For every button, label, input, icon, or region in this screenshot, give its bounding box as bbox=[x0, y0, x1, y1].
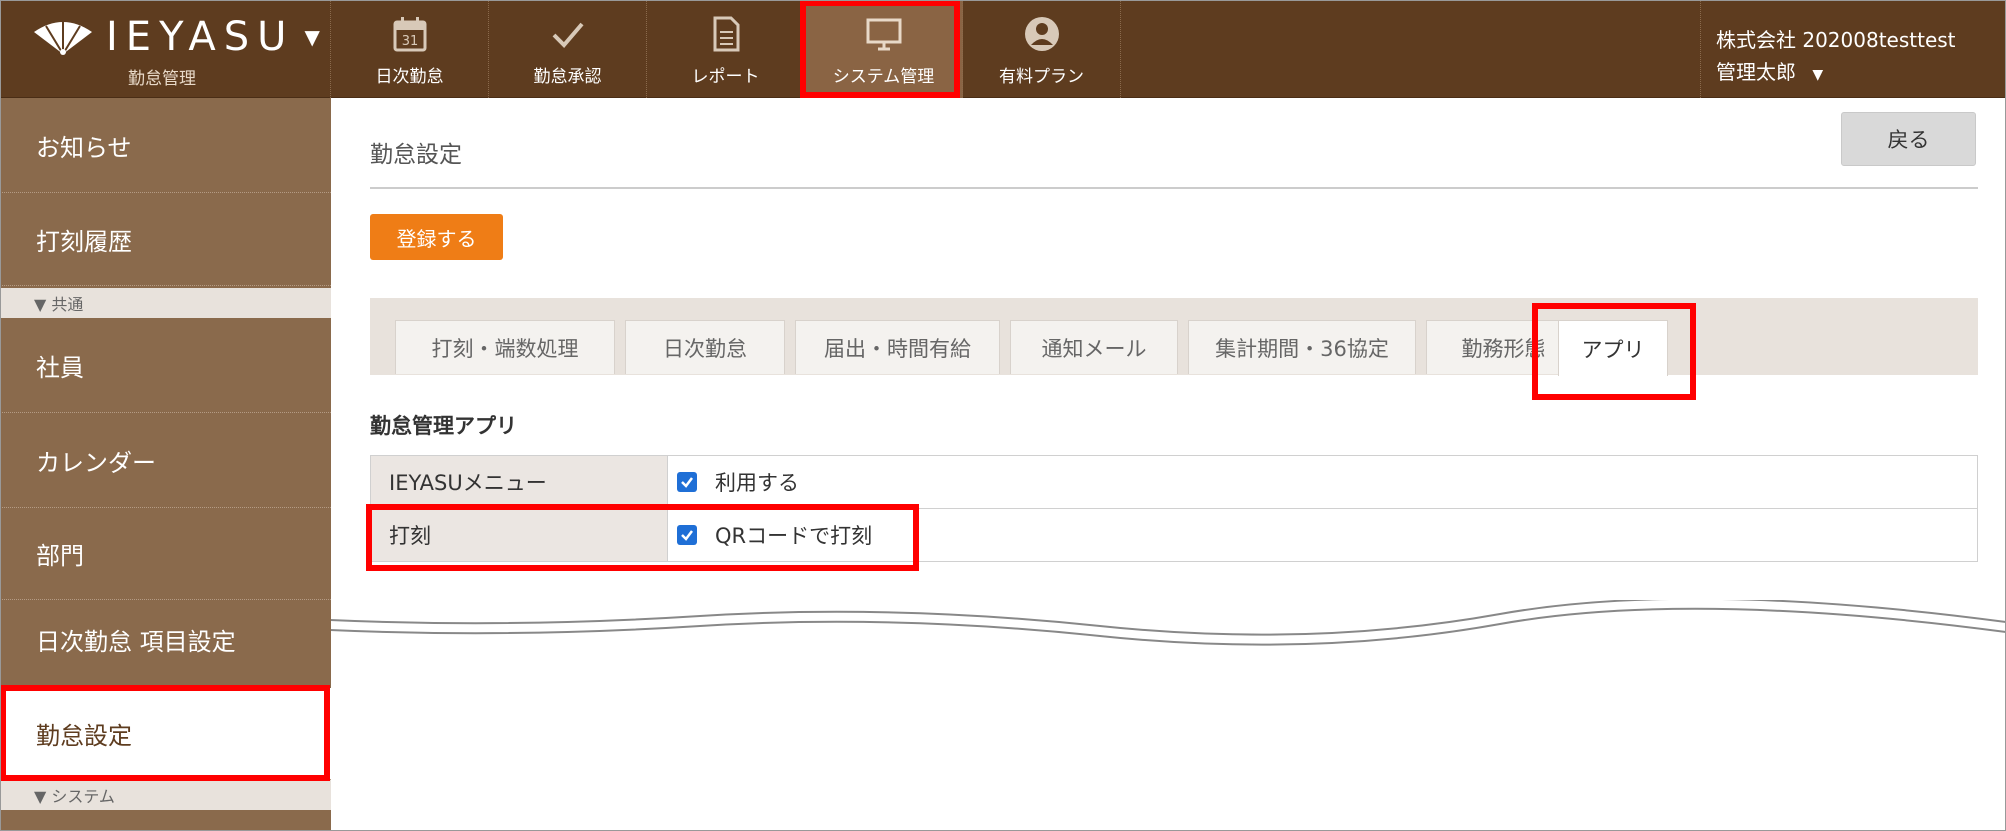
tab-period-36-agreement[interactable]: 集計期間・36協定 bbox=[1188, 320, 1416, 374]
logo-area[interactable]: IEYASU ▼ 勤怠管理 bbox=[0, 0, 331, 98]
sidebar-item-attendance-settings[interactable]: 勤怠設定 bbox=[0, 688, 331, 780]
sidebar: お知らせ 打刻履歴 ▼ 共通 社員 カレンダー 部門 日次勤怠 項目設定 勤怠設… bbox=[0, 98, 331, 831]
monitor-icon bbox=[866, 18, 901, 51]
title-divider bbox=[370, 187, 1978, 189]
settings-row-menu: IEYASUメニュー 利用する bbox=[370, 455, 1978, 509]
nav-system-admin[interactable]: システム管理 bbox=[805, 0, 963, 98]
sidebar-item-departments[interactable]: 部門 bbox=[0, 508, 331, 600]
sidebar-section-system[interactable]: ▼ システム bbox=[0, 780, 331, 810]
nav-report[interactable]: レポート bbox=[647, 0, 805, 98]
logo-dropdown-caret-icon[interactable]: ▼ bbox=[304, 25, 319, 49]
page-title: 勤怠設定 bbox=[370, 142, 462, 168]
nav-attendance-approval[interactable]: 勤怠承認 bbox=[489, 0, 647, 98]
username: 管理太郎 ▼ bbox=[1716, 56, 1823, 85]
row-value: 利用する bbox=[677, 456, 799, 508]
sidebar-section-label: ▼ システム bbox=[34, 787, 115, 806]
sidebar-item-daily-fields-continued[interactable]: 日次勤怠 項目設定 bbox=[0, 614, 331, 664]
settings-row-punch: 打刻 QRコードで打刻 bbox=[370, 508, 1978, 562]
nav-label: 勤怠承認 bbox=[533, 67, 602, 87]
check-icon bbox=[681, 477, 693, 488]
row-label: IEYASUメニュー bbox=[371, 456, 668, 508]
sidebar-item-employees[interactable]: 社員 bbox=[0, 318, 331, 413]
nav-label: レポート bbox=[691, 67, 760, 87]
sidebar-section-common[interactable]: ▼ 共通 bbox=[0, 288, 331, 318]
tab-punch-rounding[interactable]: 打刻・端数処理 bbox=[395, 320, 615, 374]
sidebar-item-notices[interactable]: お知らせ bbox=[0, 98, 331, 193]
register-button[interactable]: 登録する bbox=[370, 214, 503, 260]
checkmark-icon bbox=[552, 22, 584, 48]
nav-paid-plan[interactable]: 有料プラン bbox=[963, 0, 1121, 98]
sidebar-section-label: ▼ 共通 bbox=[34, 295, 84, 314]
top-header: IEYASU ▼ 勤怠管理 31 日次勤怠 勤怠承認 レポート システム管理 有… bbox=[0, 0, 2006, 98]
fan-logo-icon bbox=[34, 21, 92, 55]
tab-app[interactable]: アプリ bbox=[1558, 320, 1668, 376]
back-button[interactable]: 戻る bbox=[1841, 112, 1976, 166]
tab-notification-mail[interactable]: 通知メール bbox=[1010, 320, 1178, 374]
section-title: 勤怠管理アプリ bbox=[370, 414, 517, 438]
row-value: QRコードで打刻 bbox=[677, 509, 872, 561]
nav-label: 有料プラン bbox=[999, 67, 1084, 87]
user-icon bbox=[1024, 17, 1059, 51]
user-menu[interactable]: 株式会社 202008testtest 管理太郎 ▼ bbox=[1700, 0, 2006, 98]
sidebar-item-label: 部門 bbox=[36, 542, 84, 570]
logo-text: IEYASU bbox=[106, 14, 295, 60]
calendar-icon: 31 bbox=[393, 17, 426, 52]
sidebar-item-label: 日次勤怠 項目設定 bbox=[36, 627, 236, 656]
option-label: 利用する bbox=[715, 471, 799, 495]
row-label: 打刻 bbox=[371, 509, 668, 561]
sidebar-item-label: 社員 bbox=[36, 353, 84, 382]
option-label: QRコードで打刻 bbox=[715, 524, 873, 548]
document-icon bbox=[713, 16, 739, 52]
settings-tabs: 打刻・端数処理 日次勤怠 届出・時間有給 通知メール 集計期間・36協定 勤務形… bbox=[370, 298, 1978, 376]
logo-subtitle: 勤怠管理 bbox=[128, 69, 196, 89]
checkbox-qr-punch[interactable] bbox=[677, 525, 697, 545]
sidebar-item-punch-history[interactable]: 打刻履歴 bbox=[0, 193, 331, 286]
main-nav: 31 日次勤怠 勤怠承認 レポート システム管理 有料プラン bbox=[331, 0, 1121, 98]
tab-daily-attendance[interactable]: 日次勤怠 bbox=[625, 320, 785, 374]
checkbox-use-menu[interactable] bbox=[677, 472, 697, 492]
tab-requests-leave[interactable]: 届出・時間有給 bbox=[795, 320, 1000, 374]
sidebar-item-calendar[interactable]: カレンダー bbox=[0, 413, 331, 508]
user-dropdown-caret-icon[interactable]: ▼ bbox=[1812, 67, 1823, 83]
username-text: 管理太郎 bbox=[1716, 60, 1796, 84]
check-icon bbox=[681, 530, 693, 541]
nav-daily-attendance[interactable]: 31 日次勤怠 bbox=[331, 0, 489, 98]
nav-label: 日次勤怠 bbox=[375, 67, 444, 87]
sidebar-item-label: カレンダー bbox=[36, 448, 156, 477]
sidebar-item-label: 打刻履歴 bbox=[36, 227, 132, 256]
calendar-day-number: 31 bbox=[401, 34, 418, 49]
sidebar-item-label: 勤怠設定 bbox=[36, 722, 132, 750]
nav-label: システム管理 bbox=[832, 67, 935, 87]
company-name: 株式会社 202008testtest bbox=[1716, 28, 1956, 52]
sidebar-item-label: お知らせ bbox=[36, 133, 132, 162]
